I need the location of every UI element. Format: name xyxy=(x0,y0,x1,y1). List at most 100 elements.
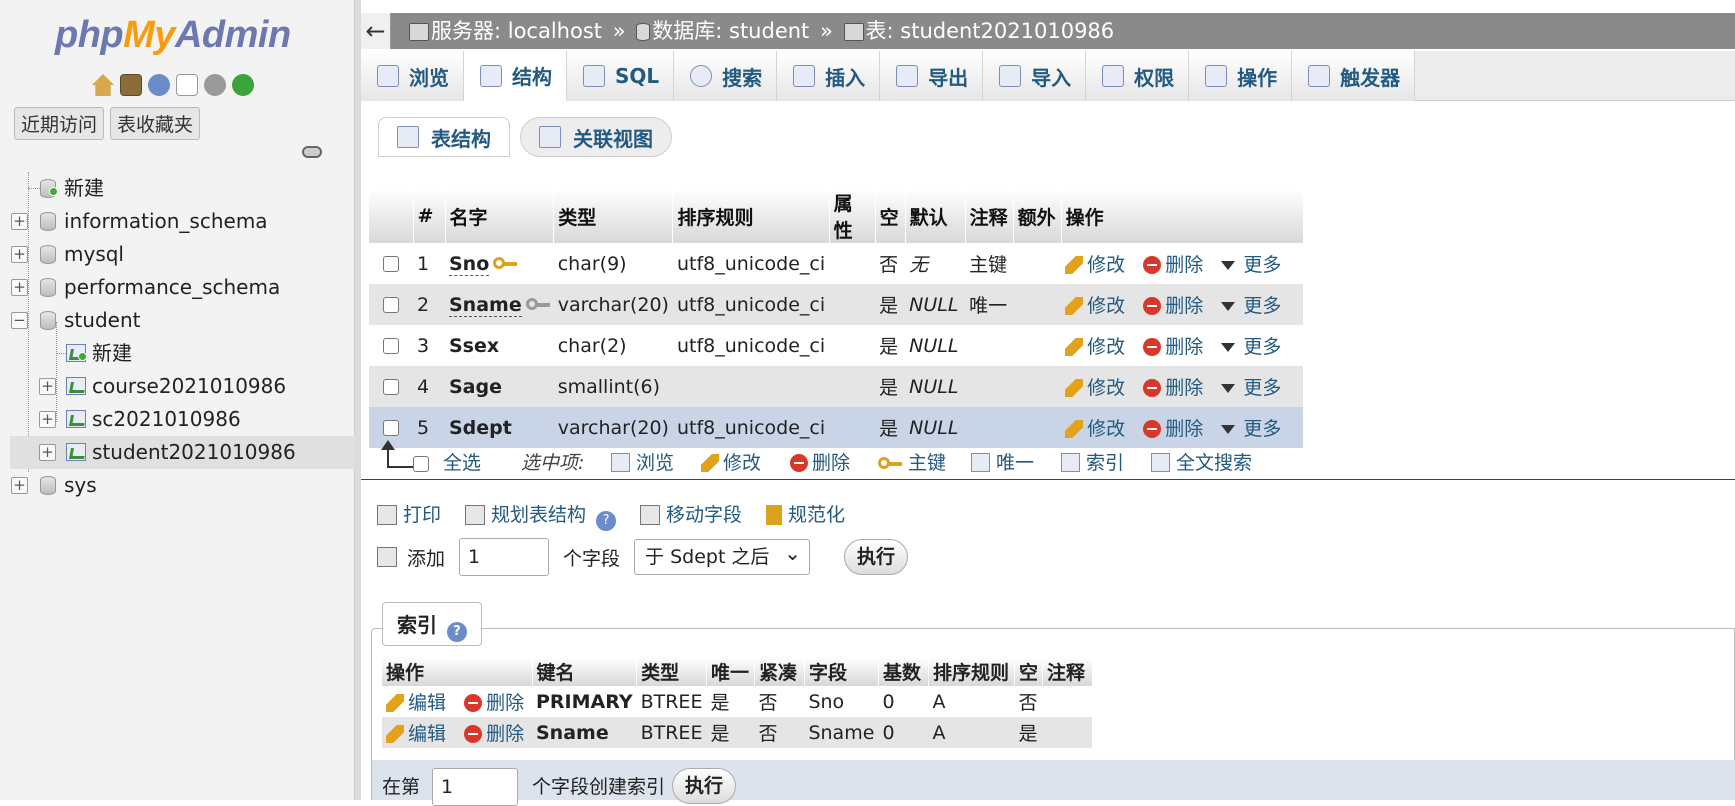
settings-gear-icon[interactable] xyxy=(204,74,226,96)
expand-plus-icon[interactable]: + xyxy=(11,279,28,296)
drop-link[interactable]: 删除 xyxy=(1143,254,1203,276)
edit-link[interactable]: 修改 xyxy=(1065,377,1125,399)
normalize-link[interactable]: 规范化 xyxy=(766,500,845,531)
tree-item-student2021010986[interactable]: + student2021010986 xyxy=(10,436,355,469)
add-columns-position-select[interactable]: 于 Sdept 之后 xyxy=(634,536,811,575)
with-selected-drop[interactable]: 删除 xyxy=(790,448,850,475)
reload-icon[interactable] xyxy=(232,74,254,96)
index-edit-link[interactable]: 编辑 xyxy=(386,692,446,714)
more-dropdown[interactable]: 更多 xyxy=(1221,336,1281,358)
recent-tables-tab[interactable]: 近期访问 xyxy=(14,107,105,140)
tab-structure[interactable]: 结构 xyxy=(464,51,567,101)
drop-link[interactable]: 删除 xyxy=(1143,336,1203,358)
more-dropdown[interactable]: 更多 xyxy=(1221,418,1281,440)
tab-triggers[interactable]: 触发器 xyxy=(1292,51,1416,101)
breadcrumb-database[interactable]: 数据库: student xyxy=(652,19,809,43)
more-dropdown[interactable]: 更多 xyxy=(1221,254,1281,276)
more-dropdown[interactable]: 更多 xyxy=(1221,295,1281,317)
header-name[interactable]: 名字 xyxy=(445,189,555,243)
breadcrumb-table[interactable]: 表: student2021010986 xyxy=(866,19,1115,43)
expand-plus-icon[interactable]: + xyxy=(11,246,28,263)
collapse-minus-icon[interactable]: − xyxy=(11,312,28,329)
header-collation: 排序规则 xyxy=(672,189,830,243)
add-columns-count-input[interactable]: 1 xyxy=(459,538,550,576)
drop-link[interactable]: 删除 xyxy=(1143,295,1203,317)
collapse-nav-arrow-icon[interactable]: ← xyxy=(361,13,391,49)
tree-item-student[interactable]: − student xyxy=(10,304,355,337)
help-icon[interactable]: ? xyxy=(596,511,617,531)
link-with-main-panel-icon[interactable] xyxy=(302,146,322,158)
field-name: Sno xyxy=(449,252,490,276)
home-icon[interactable] xyxy=(92,74,114,96)
logout-icon[interactable] xyxy=(120,74,142,96)
edit-link[interactable]: 修改 xyxy=(1065,254,1125,276)
breadcrumb-server[interactable]: 服务器: localhost xyxy=(431,19,602,43)
edit-link[interactable]: 修改 xyxy=(1065,418,1125,440)
expand-plus-icon[interactable]: + xyxy=(11,477,28,494)
help-icon[interactable] xyxy=(148,74,170,96)
subtab-relation-view[interactable]: 关联视图 xyxy=(520,117,672,157)
expand-plus-icon[interactable]: + xyxy=(39,411,56,428)
move-columns-link[interactable]: 移动字段 xyxy=(640,500,742,531)
create-index-go-button[interactable]: 执行 xyxy=(672,768,737,804)
tab-import[interactable]: 导入 xyxy=(983,51,1087,101)
propose-structure-link[interactable]: 规划表结构? xyxy=(465,500,617,531)
table-row: 2 Sname varchar(20) utf8_unicode_ci 是 NU… xyxy=(369,284,1304,325)
tab-privileges[interactable]: 权限 xyxy=(1086,51,1190,101)
tree-item-performance-schema[interactable]: + performance_schema xyxy=(10,271,355,304)
index-drop-link[interactable]: 删除 xyxy=(464,723,524,745)
favorite-tables-tab[interactable]: 表收藏夹 xyxy=(110,107,201,140)
tab-sql[interactable]: SQL xyxy=(567,51,675,101)
tree-item-mysql[interactable]: + mysql xyxy=(10,238,355,271)
with-selected-fulltext[interactable]: 全文搜索 xyxy=(1151,448,1252,475)
more-dropdown[interactable]: 更多 xyxy=(1221,377,1281,399)
drop-link[interactable]: 删除 xyxy=(1143,418,1203,440)
tree-item-information-schema[interactable]: + information_schema xyxy=(10,205,355,238)
dropdown-triangle-icon xyxy=(1221,343,1236,352)
database-icon xyxy=(40,245,56,264)
row-checkbox[interactable] xyxy=(383,338,399,354)
move-columns-icon xyxy=(640,505,661,525)
header-attributes: 属性 xyxy=(829,189,876,243)
phpmyadmin-logo[interactable]: phpMyAdmin xyxy=(55,14,291,57)
expand-plus-icon[interactable]: + xyxy=(39,378,56,395)
edit-link[interactable]: 修改 xyxy=(1065,295,1125,317)
edit-link[interactable]: 修改 xyxy=(1065,336,1125,358)
row-checkbox[interactable] xyxy=(383,297,399,313)
subtab-table-structure[interactable]: 表结构 xyxy=(378,117,510,157)
expand-plus-icon[interactable]: + xyxy=(39,444,56,461)
index-edit-link[interactable]: 编辑 xyxy=(386,723,446,745)
expand-plus-icon[interactable]: + xyxy=(11,213,28,230)
help-icon[interactable]: ? xyxy=(447,622,467,642)
tab-browse[interactable]: 浏览 xyxy=(361,51,464,101)
index-drop-link[interactable]: 删除 xyxy=(464,692,524,714)
tab-operations[interactable]: 操作 xyxy=(1189,51,1293,101)
row-checkbox[interactable] xyxy=(383,379,399,395)
create-index-count-input[interactable]: 1 xyxy=(432,768,518,806)
add-columns-go-button[interactable]: 执行 xyxy=(844,539,909,575)
drop-link[interactable]: 删除 xyxy=(1143,377,1203,399)
indexes-table: 操作 键名 类型 唯一 紧凑 字段 基数 排序规则 空 注释 编辑 删除 PRI… xyxy=(382,657,1093,748)
tree-item-sc2021010986[interactable]: + sc2021010986 xyxy=(10,403,355,436)
documentation-icon[interactable] xyxy=(176,74,198,96)
tree-item-new-database[interactable]: 新建 xyxy=(10,172,355,205)
row-checkbox[interactable] xyxy=(383,256,399,272)
check-all-checkbox[interactable] xyxy=(413,455,429,472)
tab-export[interactable]: 导出 xyxy=(880,51,984,101)
with-selected-browse[interactable]: 浏览 xyxy=(611,448,674,475)
tree-item-new-table[interactable]: 新建 xyxy=(10,337,355,370)
main-panel: ← 服务器: localhost » 数据库: student » 表: stu… xyxy=(361,0,1735,806)
tree-item-sys[interactable]: + sys xyxy=(10,469,355,502)
with-selected-unique[interactable]: 唯一 xyxy=(971,448,1034,475)
row-checkbox[interactable] xyxy=(383,420,399,436)
tab-search[interactable]: 搜索 xyxy=(674,51,778,101)
with-selected-edit[interactable]: 修改 xyxy=(701,448,761,475)
with-selected-primary[interactable]: 主键 xyxy=(878,448,946,475)
with-selected-index[interactable]: 索引 xyxy=(1061,448,1124,475)
print-link[interactable]: 打印 xyxy=(377,500,441,531)
drop-icon xyxy=(1143,420,1162,438)
nav-tabs: 近期访问 表收藏夹 xyxy=(14,107,201,140)
tree-item-course2021010986[interactable]: + course2021010986 xyxy=(10,370,355,403)
check-all[interactable]: 全选 xyxy=(413,448,481,475)
tab-insert[interactable]: 插入 xyxy=(777,51,881,101)
